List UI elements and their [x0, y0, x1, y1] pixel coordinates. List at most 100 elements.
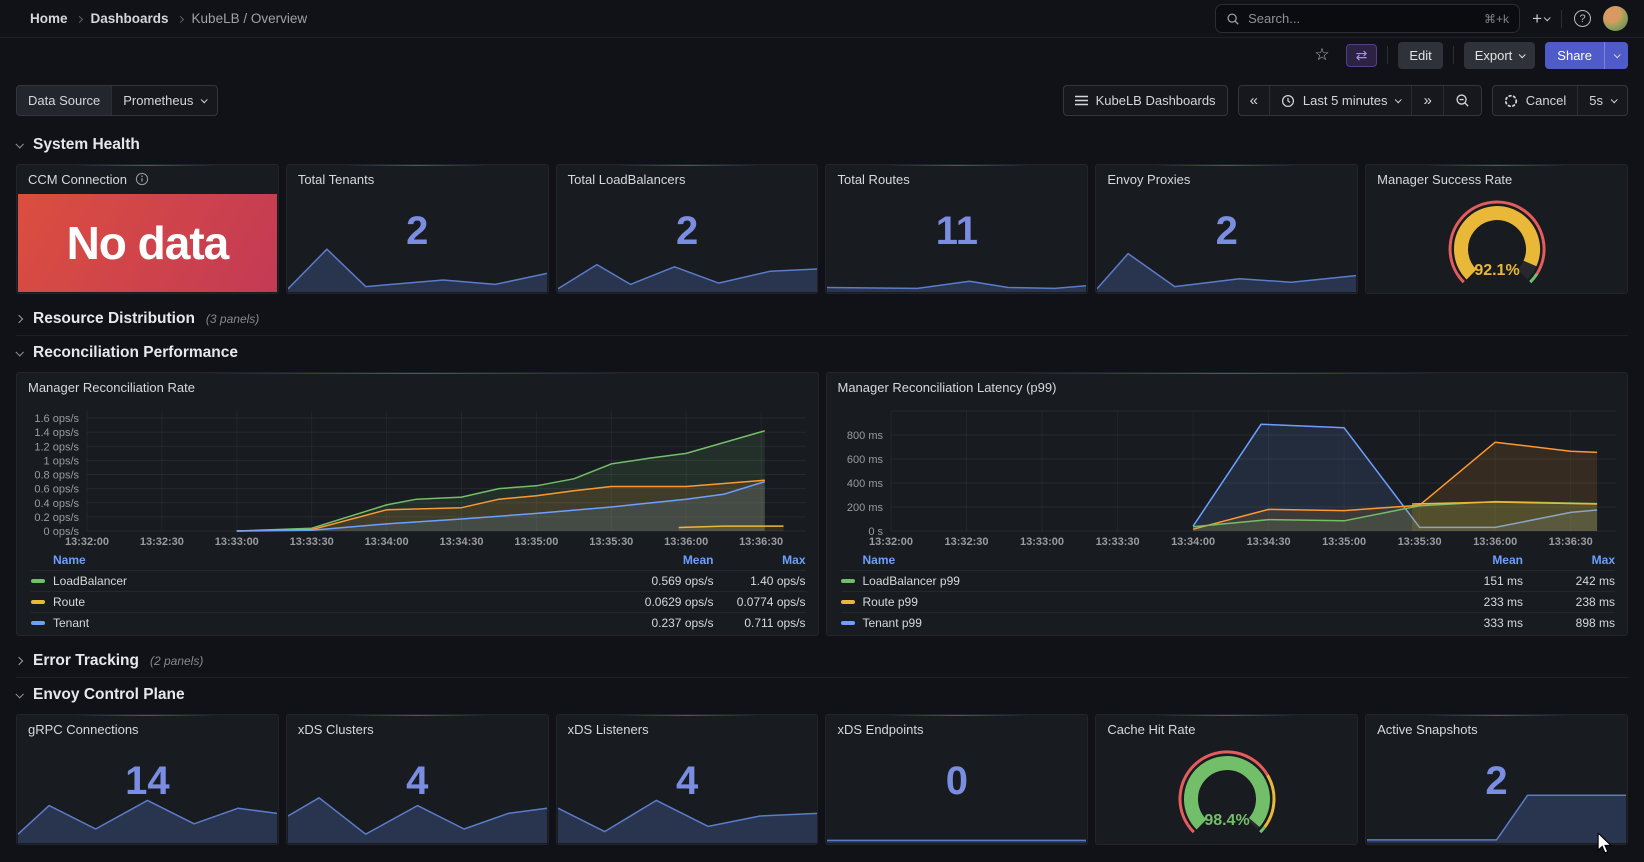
legend-col-mean[interactable]: Mean	[1403, 553, 1523, 567]
time-range-picker[interactable]: Last 5 minutes	[1268, 86, 1412, 115]
datasource-select[interactable]: Prometheus	[111, 86, 217, 115]
chevron-down-icon	[1543, 14, 1551, 22]
breadcrumb-current: KubeLB / Overview	[191, 11, 308, 26]
add-new-button[interactable]: +	[1532, 9, 1551, 28]
panel-active-snapshots: Active Snapshots 2	[1365, 714, 1628, 845]
legend-row[interactable]: LoadBalancer 0.569 ops/s 1.40 ops/s	[31, 570, 806, 591]
svg-text:13:34:30: 13:34:30	[1246, 536, 1290, 548]
breadcrumb-dashboards[interactable]: Dashboards	[91, 11, 169, 26]
svg-text:13:32:30: 13:32:30	[140, 536, 184, 548]
timeseries-chart[interactable]: 1.6 ops/s 1.4 ops/s 1.2 ops/s 1 ops/s 0.8 op…	[23, 403, 812, 549]
cancel-refresh-button[interactable]: Cancel	[1493, 86, 1577, 115]
plus-icon: +	[1532, 9, 1542, 28]
time-picker-group: « Last 5 minutes »	[1237, 85, 1482, 116]
search-input[interactable]: Search... ⌘+k	[1215, 4, 1521, 33]
divider	[1561, 9, 1562, 28]
refresh-group: Cancel 5s	[1491, 85, 1628, 116]
panel-title: Total LoadBalancers	[567, 171, 686, 187]
edit-button[interactable]: Edit	[1398, 41, 1443, 69]
no-data-text: No data	[66, 217, 230, 269]
stat-value: 2	[406, 209, 429, 253]
panel-header[interactable]: Total Routes	[826, 165, 1087, 193]
svg-text:13:33:30: 13:33:30	[1095, 536, 1139, 548]
time-shift-back-button[interactable]: «	[1239, 86, 1269, 115]
section-envoy-control-plane[interactable]: Envoy Control Plane	[15, 678, 1628, 712]
share-dropdown-button[interactable]	[1604, 41, 1628, 69]
legend-header: Name Mean Max	[841, 550, 1616, 570]
section-system-health[interactable]: System Health	[15, 128, 1628, 162]
section-title: Resource Distribution	[33, 309, 195, 327]
stat-value: 2	[1215, 209, 1238, 253]
star-icon: ☆	[1314, 45, 1330, 64]
section-panel-count: (3 panels)	[205, 311, 260, 326]
legend-col-max[interactable]: Max	[714, 553, 805, 567]
legend-col-name[interactable]: Name	[841, 553, 1404, 567]
panel-header[interactable]: xDS Endpoints	[826, 715, 1087, 743]
section-title: Reconciliation Performance	[33, 344, 239, 361]
avatar[interactable]	[1603, 6, 1628, 31]
svg-text:800 ms: 800 ms	[846, 430, 883, 442]
legend-row[interactable]: Route 0.0629 ops/s 0.0774 ops/s	[31, 591, 806, 612]
panel-header[interactable]: Total Tenants	[287, 165, 548, 193]
section-reconciliation-performance[interactable]: Reconciliation Performance	[15, 336, 1628, 370]
section-resource-distribution[interactable]: Resource Distribution (3 panels)	[14, 302, 1628, 336]
legend-row[interactable]: LoadBalancer p99 151 ms 242 ms	[840, 570, 1615, 591]
datasource-label: Data Source	[17, 86, 112, 115]
breadcrumb-separator-icon	[176, 11, 184, 25]
panel-header[interactable]: gRPC Connections	[17, 715, 278, 743]
stat-value: 14	[125, 759, 170, 803]
panel-header[interactable]: xDS Clusters	[287, 715, 548, 743]
legend-col-mean[interactable]: Mean	[594, 553, 714, 567]
panel-header[interactable]: Manager Reconciliation Latency (p99)	[827, 373, 1628, 401]
panel-header[interactable]: Active Snapshots	[1366, 715, 1627, 743]
panel-header[interactable]: Manager Success Rate	[1366, 165, 1627, 193]
panel-header[interactable]: Cache Hit Rate	[1096, 715, 1357, 743]
share-button[interactable]: Share	[1545, 41, 1604, 69]
dashboard-toolbar: ☆ ⇄ Edit Export Share	[0, 38, 1644, 72]
help-icon: ?	[1574, 10, 1591, 27]
svg-text:0.4 ops/s: 0.4 ops/s	[34, 498, 79, 510]
system-health-panels: CCM Connection No data Total Tenants 2 T…	[16, 164, 1628, 294]
legend-col-max[interactable]: Max	[1523, 553, 1615, 567]
panel-header[interactable]: Total LoadBalancers	[557, 165, 818, 193]
svg-text:0.8 ops/s: 0.8 ops/s	[34, 470, 79, 482]
panel-header[interactable]: Manager Reconciliation Rate	[17, 373, 818, 401]
panel-title: Manager Success Rate	[1377, 171, 1513, 187]
datasource-picker: Data Source Prometheus	[16, 85, 219, 116]
section-error-tracking[interactable]: Error Tracking (2 panels)	[14, 644, 1628, 678]
zoom-out-button[interactable]	[1442, 86, 1481, 115]
svg-text:1.4 ops/s: 1.4 ops/s	[34, 427, 79, 439]
panel-header[interactable]: xDS Listeners	[557, 715, 818, 743]
envoy-panels: gRPC Connections 14 xDS Clusters 4 xDS L…	[16, 714, 1628, 845]
star-button[interactable]: ☆	[1308, 43, 1335, 67]
kubelb-dashboards-button[interactable]: KubeLB Dashboards	[1064, 86, 1227, 115]
legend-row[interactable]: Tenant p99 333 ms 898 ms	[840, 612, 1615, 633]
svg-text:600 ms: 600 ms	[846, 454, 883, 466]
panel-envoy-proxies: Envoy Proxies 2	[1095, 164, 1359, 294]
legend-row[interactable]: Tenant 0.237 ops/s 0.711 ops/s	[31, 612, 806, 633]
time-shift-forward-button[interactable]: »	[1411, 86, 1442, 115]
panel-header[interactable]: Envoy Proxies	[1096, 165, 1357, 193]
panel-header[interactable]: CCM Connection	[17, 165, 278, 193]
svg-text:1 ops/s: 1 ops/s	[44, 455, 80, 467]
legend-col-name[interactable]: Name	[31, 553, 594, 567]
refresh-interval-select[interactable]: 5s	[1577, 86, 1627, 115]
panel-title: CCM Connection	[28, 171, 127, 187]
divider	[1387, 46, 1389, 64]
split-view-button[interactable]: ⇄	[1345, 43, 1378, 67]
chevron-down-icon	[15, 348, 24, 357]
section-title: System Health	[33, 136, 140, 153]
timeseries-chart[interactable]: 800 ms 600 ms 400 ms 200 ms 0 s 13:32:00 13:32…	[833, 403, 1622, 549]
series-swatch	[840, 579, 855, 583]
export-button[interactable]: Export	[1463, 41, 1536, 69]
svg-text:1.6 ops/s: 1.6 ops/s	[34, 413, 79, 425]
help-button[interactable]: ?	[1574, 10, 1591, 27]
breadcrumb-home[interactable]: Home	[30, 11, 68, 26]
info-icon[interactable]	[135, 172, 149, 186]
svg-text:92.1%: 92.1%	[1474, 262, 1519, 279]
legend-row[interactable]: Route p99 233 ms 238 ms	[840, 591, 1615, 612]
chevron-down-icon	[201, 96, 209, 104]
menu-icon	[1074, 95, 1088, 106]
panel-title: Envoy Proxies	[1107, 171, 1191, 187]
search-placeholder: Search...	[1248, 11, 1301, 26]
